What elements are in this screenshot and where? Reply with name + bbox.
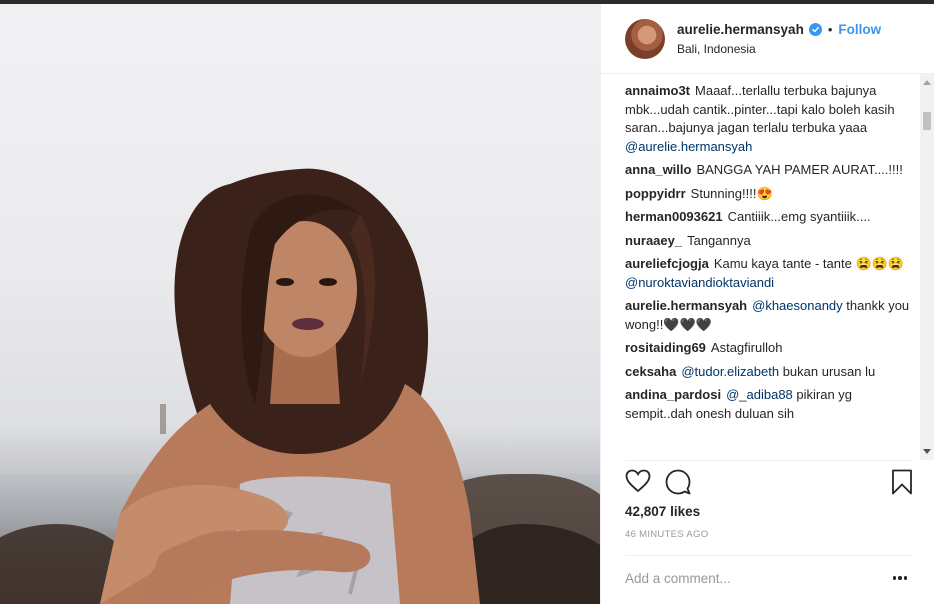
comment-username[interactable]: rositaiding69: [625, 340, 706, 355]
comment-text: bukan urusan lu: [779, 363, 876, 379]
comment-text: Tangannya: [687, 232, 751, 248]
action-bar: [625, 460, 913, 500]
comment-mention-link[interactable]: @tudor.elizabeth: [681, 364, 779, 379]
comment-username[interactable]: aureliefcjogja: [625, 256, 709, 271]
comment-item: aurelie.hermansyah @khaesonandy thankk yo…: [625, 297, 917, 334]
post-header: aurelie.hermansyah • Follow Bali, Indone…: [601, 4, 934, 74]
comment-mention-link[interactable]: @aurelie.hermansyah: [625, 139, 752, 154]
likes-number: 42,807: [625, 504, 667, 519]
scroll-up-arrow-icon[interactable]: [923, 80, 931, 85]
comment-item: herman0093621 Cantiiik...emg syantiiik...…: [625, 208, 917, 227]
header-row: aurelie.hermansyah • Follow: [677, 22, 881, 37]
location-link[interactable]: Bali, Indonesia: [677, 42, 881, 56]
avatar[interactable]: [625, 18, 665, 59]
follow-button[interactable]: Follow: [838, 22, 881, 37]
bookmark-icon[interactable]: [891, 469, 913, 500]
username-link[interactable]: aurelie.hermansyah: [677, 22, 804, 37]
scroll-down-arrow-icon[interactable]: [923, 449, 931, 454]
heart-icon[interactable]: [625, 469, 651, 498]
header-info: aurelie.hermansyah • Follow Bali, Indone…: [677, 22, 881, 56]
comment-item: rositaiding69 Astagfirulloh: [625, 339, 917, 358]
comment-mention-link[interactable]: @nuroktaviandioktaviandi: [625, 275, 774, 290]
comments-scrollbar[interactable]: [920, 74, 934, 460]
comment-username[interactable]: nuraaey_: [625, 233, 682, 248]
comment-text: Stunning!!!!😍: [690, 185, 773, 201]
comment-username[interactable]: annaimo3t: [625, 83, 690, 98]
comment-text: BANGGA YAH PAMER AURAT....!!!!: [696, 162, 903, 177]
comment-item: annaimo3t Maaaf...terlallu terbuka bajuny…: [625, 82, 917, 156]
comment-username[interactable]: aurelie.hermansyah: [625, 298, 747, 313]
likes-label: likes: [670, 504, 701, 519]
comment-username[interactable]: ceksaha: [625, 364, 676, 379]
comments-inner: annaimo3t Maaaf...terlallu terbuka bajuny…: [625, 74, 917, 428]
comment-item: poppyidrr Stunning!!!!😍: [625, 185, 917, 204]
comment-input[interactable]: [625, 571, 875, 586]
comment-item: andina_pardosi @_adiba88 pikiran yg sempi…: [625, 386, 917, 423]
comment-username[interactable]: herman0093621: [625, 209, 723, 224]
photo-subject: [100, 168, 480, 604]
comment-item: anna_willo BANGGA YAH PAMER AURAT....!!!!: [625, 161, 917, 180]
post-detail-panel: aurelie.hermansyah • Follow Bali, Indone…: [600, 4, 934, 604]
separator-dot: •: [827, 21, 833, 37]
comment-item: aureliefcjogja Kamu kaya tante - tante 😫😫…: [625, 255, 917, 292]
comment-username[interactable]: anna_willo: [625, 162, 691, 177]
comments-list[interactable]: annaimo3t Maaaf...terlallu terbuka bajuny…: [601, 74, 934, 460]
comment-text: Cantiiik...emg syantiiik....: [727, 209, 871, 224]
post-timestamp[interactable]: 46 MINUTES AGO: [625, 529, 708, 540]
comment-mention-link[interactable]: @_adiba88: [726, 387, 793, 402]
more-options-icon[interactable]: [892, 576, 907, 580]
post-photo[interactable]: [0, 4, 600, 604]
comment-text: Kamu kaya tante - tante 😫😫😫: [713, 256, 905, 271]
comment-username[interactable]: andina_pardosi: [625, 387, 721, 402]
comment-bubble-icon[interactable]: [665, 469, 691, 500]
comment-mention-link[interactable]: @khaesonandy: [752, 298, 843, 313]
comment-item: nuraaey_ Tangannya: [625, 232, 917, 251]
likes-count[interactable]: 42,807 likes: [625, 504, 700, 519]
comment-item: ceksaha @tudor.elizabeth bukan urusan lu: [625, 363, 917, 382]
verified-badge-icon: [808, 22, 822, 36]
add-comment-form: [625, 555, 913, 601]
comment-username[interactable]: poppyidrr: [625, 186, 686, 201]
clipped-comment: [625, 74, 917, 82]
scroll-thumb[interactable]: [923, 112, 931, 130]
comment-text: Astagfirulloh: [710, 340, 783, 355]
